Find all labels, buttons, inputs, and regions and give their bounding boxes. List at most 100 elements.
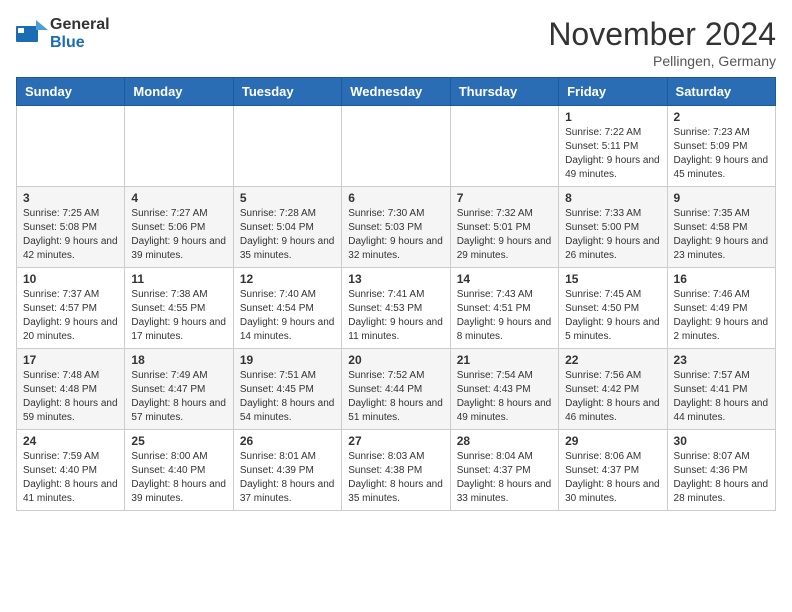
day-number: 24 xyxy=(23,434,118,448)
weekday-header-tuesday: Tuesday xyxy=(233,78,341,106)
week-row-4: 17 Sunrise: 7:48 AM Sunset: 4:48 PM Dayli… xyxy=(17,349,776,430)
day-cell-6: 6Sunrise: 7:30 AM Sunset: 5:03 PM Daylig… xyxy=(342,187,450,268)
day-cell-28: 28 Sunrise: 8:04 AM Sunset: 4:37 PM Dayli… xyxy=(450,430,558,511)
day-number: 13 xyxy=(348,272,443,286)
day-cell-21: 21 Sunrise: 7:54 AM Sunset: 4:43 PM Dayli… xyxy=(450,349,558,430)
day-info: Sunrise: 7:56 AM Sunset: 4:42 PM Dayligh… xyxy=(565,369,660,425)
day-number: 14 xyxy=(457,272,552,286)
day-info: Sunrise: 7:59 AM Sunset: 4:40 PM Dayligh… xyxy=(23,450,118,506)
day-cell-29: 29Sunrise: 8:06 AM Sunset: 4:37 PM Dayli… xyxy=(559,430,667,511)
day-cell-7: 7 Sunrise: 7:32 AM Sunset: 5:01 PM Daylig… xyxy=(450,187,558,268)
day-info: Sunrise: 7:41 AM Sunset: 4:53 PM Dayligh… xyxy=(348,288,443,344)
day-cell-16: 16Sunrise: 7:46 AM Sunset: 4:49 PM Dayli… xyxy=(667,268,775,349)
day-cell-14: 14 Sunrise: 7:43 AM Sunset: 4:51 PM Dayli… xyxy=(450,268,558,349)
weekday-header-sunday: Sunday xyxy=(17,78,125,106)
day-info: Sunrise: 7:25 AM Sunset: 5:08 PM Dayligh… xyxy=(23,207,118,263)
day-number: 18 xyxy=(131,353,226,367)
day-cell-1: 1 Sunrise: 7:22 AM Sunset: 5:11 PM Daylig… xyxy=(559,106,667,187)
day-number: 8 xyxy=(565,191,660,205)
empty-cell xyxy=(125,106,233,187)
weekday-header-wednesday: Wednesday xyxy=(342,78,450,106)
day-info: Sunrise: 7:32 AM Sunset: 5:01 PM Dayligh… xyxy=(457,207,552,263)
day-cell-17: 17 Sunrise: 7:48 AM Sunset: 4:48 PM Dayli… xyxy=(17,349,125,430)
day-cell-9: 9 Sunrise: 7:35 AM Sunset: 4:58 PM Daylig… xyxy=(667,187,775,268)
day-info: Sunrise: 7:43 AM Sunset: 4:51 PM Dayligh… xyxy=(457,288,552,344)
day-info: Sunrise: 7:22 AM Sunset: 5:11 PM Dayligh… xyxy=(565,126,660,182)
day-number: 7 xyxy=(457,191,552,205)
week-row-5: 24 Sunrise: 7:59 AM Sunset: 4:40 PM Dayli… xyxy=(17,430,776,511)
day-number: 28 xyxy=(457,434,552,448)
day-number: 20 xyxy=(348,353,443,367)
weekday-header-thursday: Thursday xyxy=(450,78,558,106)
day-cell-3: 3 Sunrise: 7:25 AM Sunset: 5:08 PM Daylig… xyxy=(17,187,125,268)
day-cell-4: 4 Sunrise: 7:27 AM Sunset: 5:06 PM Daylig… xyxy=(125,187,233,268)
day-info: Sunrise: 8:00 AM Sunset: 4:40 PM Dayligh… xyxy=(131,450,226,506)
week-row-2: 3 Sunrise: 7:25 AM Sunset: 5:08 PM Daylig… xyxy=(17,187,776,268)
day-info: Sunrise: 7:40 AM Sunset: 4:54 PM Dayligh… xyxy=(240,288,335,344)
weekday-header-row: SundayMondayTuesdayWednesdayThursdayFrid… xyxy=(17,78,776,106)
day-number: 29 xyxy=(565,434,660,448)
day-info: Sunrise: 7:23 AM Sunset: 5:09 PM Dayligh… xyxy=(674,126,769,182)
day-cell-20: 20Sunrise: 7:52 AM Sunset: 4:44 PM Dayli… xyxy=(342,349,450,430)
day-number: 12 xyxy=(240,272,335,286)
day-number: 4 xyxy=(131,191,226,205)
day-cell-26: 26 Sunrise: 8:01 AM Sunset: 4:39 PM Dayli… xyxy=(233,430,341,511)
day-info: Sunrise: 7:35 AM Sunset: 4:58 PM Dayligh… xyxy=(674,207,769,263)
day-cell-23: 23Sunrise: 7:57 AM Sunset: 4:41 PM Dayli… xyxy=(667,349,775,430)
weekday-header-saturday: Saturday xyxy=(667,78,775,106)
day-info: Sunrise: 7:37 AM Sunset: 4:57 PM Dayligh… xyxy=(23,288,118,344)
day-number: 2 xyxy=(674,110,769,124)
day-info: Sunrise: 7:28 AM Sunset: 5:04 PM Dayligh… xyxy=(240,207,335,263)
calendar: SundayMondayTuesdayWednesdayThursdayFrid… xyxy=(16,77,776,511)
day-info: Sunrise: 8:04 AM Sunset: 4:37 PM Dayligh… xyxy=(457,450,552,506)
day-info: Sunrise: 7:27 AM Sunset: 5:06 PM Dayligh… xyxy=(131,207,226,263)
day-info: Sunrise: 7:46 AM Sunset: 4:49 PM Dayligh… xyxy=(674,288,769,344)
day-number: 25 xyxy=(131,434,226,448)
day-cell-24: 24 Sunrise: 7:59 AM Sunset: 4:40 PM Dayli… xyxy=(17,430,125,511)
day-cell-30: 30Sunrise: 8:07 AM Sunset: 4:36 PM Dayli… xyxy=(667,430,775,511)
day-info: Sunrise: 7:48 AM Sunset: 4:48 PM Dayligh… xyxy=(23,369,118,425)
week-row-1: 1 Sunrise: 7:22 AM Sunset: 5:11 PM Daylig… xyxy=(17,106,776,187)
day-cell-8: 8 Sunrise: 7:33 AM Sunset: 5:00 PM Daylig… xyxy=(559,187,667,268)
weekday-header-monday: Monday xyxy=(125,78,233,106)
day-number: 9 xyxy=(674,191,769,205)
day-info: Sunrise: 7:54 AM Sunset: 4:43 PM Dayligh… xyxy=(457,369,552,425)
title-area: November 2024 Pellingen, Germany xyxy=(548,16,776,69)
day-info: Sunrise: 8:01 AM Sunset: 4:39 PM Dayligh… xyxy=(240,450,335,506)
day-number: 15 xyxy=(565,272,660,286)
day-info: Sunrise: 7:33 AM Sunset: 5:00 PM Dayligh… xyxy=(565,207,660,263)
logo-icon xyxy=(16,20,48,48)
day-number: 21 xyxy=(457,353,552,367)
day-cell-13: 13 Sunrise: 7:41 AM Sunset: 4:53 PM Dayli… xyxy=(342,268,450,349)
day-number: 22 xyxy=(565,353,660,367)
day-number: 26 xyxy=(240,434,335,448)
day-number: 6 xyxy=(348,191,443,205)
day-info: Sunrise: 7:45 AM Sunset: 4:50 PM Dayligh… xyxy=(565,288,660,344)
header: General Blue November 2024 Pellingen, Ge… xyxy=(16,16,776,69)
day-number: 23 xyxy=(674,353,769,367)
day-info: Sunrise: 7:51 AM Sunset: 4:45 PM Dayligh… xyxy=(240,369,335,425)
day-number: 10 xyxy=(23,272,118,286)
day-cell-19: 19 Sunrise: 7:51 AM Sunset: 4:45 PM Dayli… xyxy=(233,349,341,430)
logo-blue: Blue xyxy=(50,34,110,52)
empty-cell xyxy=(17,106,125,187)
day-number: 11 xyxy=(131,272,226,286)
day-cell-18: 18Sunrise: 7:49 AM Sunset: 4:47 PM Dayli… xyxy=(125,349,233,430)
empty-cell xyxy=(450,106,558,187)
day-info: Sunrise: 8:03 AM Sunset: 4:38 PM Dayligh… xyxy=(348,450,443,506)
empty-cell xyxy=(342,106,450,187)
day-cell-2: 2 Sunrise: 7:23 AM Sunset: 5:09 PM Daylig… xyxy=(667,106,775,187)
day-info: Sunrise: 8:07 AM Sunset: 4:36 PM Dayligh… xyxy=(674,450,769,506)
day-cell-15: 15 Sunrise: 7:45 AM Sunset: 4:50 PM Dayli… xyxy=(559,268,667,349)
day-info: Sunrise: 7:38 AM Sunset: 4:55 PM Dayligh… xyxy=(131,288,226,344)
day-number: 27 xyxy=(348,434,443,448)
empty-cell xyxy=(233,106,341,187)
day-number: 17 xyxy=(23,353,118,367)
day-cell-25: 25 Sunrise: 8:00 AM Sunset: 4:40 PM Dayli… xyxy=(125,430,233,511)
day-cell-11: 11 Sunrise: 7:38 AM Sunset: 4:55 PM Dayli… xyxy=(125,268,233,349)
day-number: 19 xyxy=(240,353,335,367)
day-number: 3 xyxy=(23,191,118,205)
logo-general: General xyxy=(50,16,110,34)
logo: General Blue xyxy=(16,16,110,52)
day-number: 1 xyxy=(565,110,660,124)
